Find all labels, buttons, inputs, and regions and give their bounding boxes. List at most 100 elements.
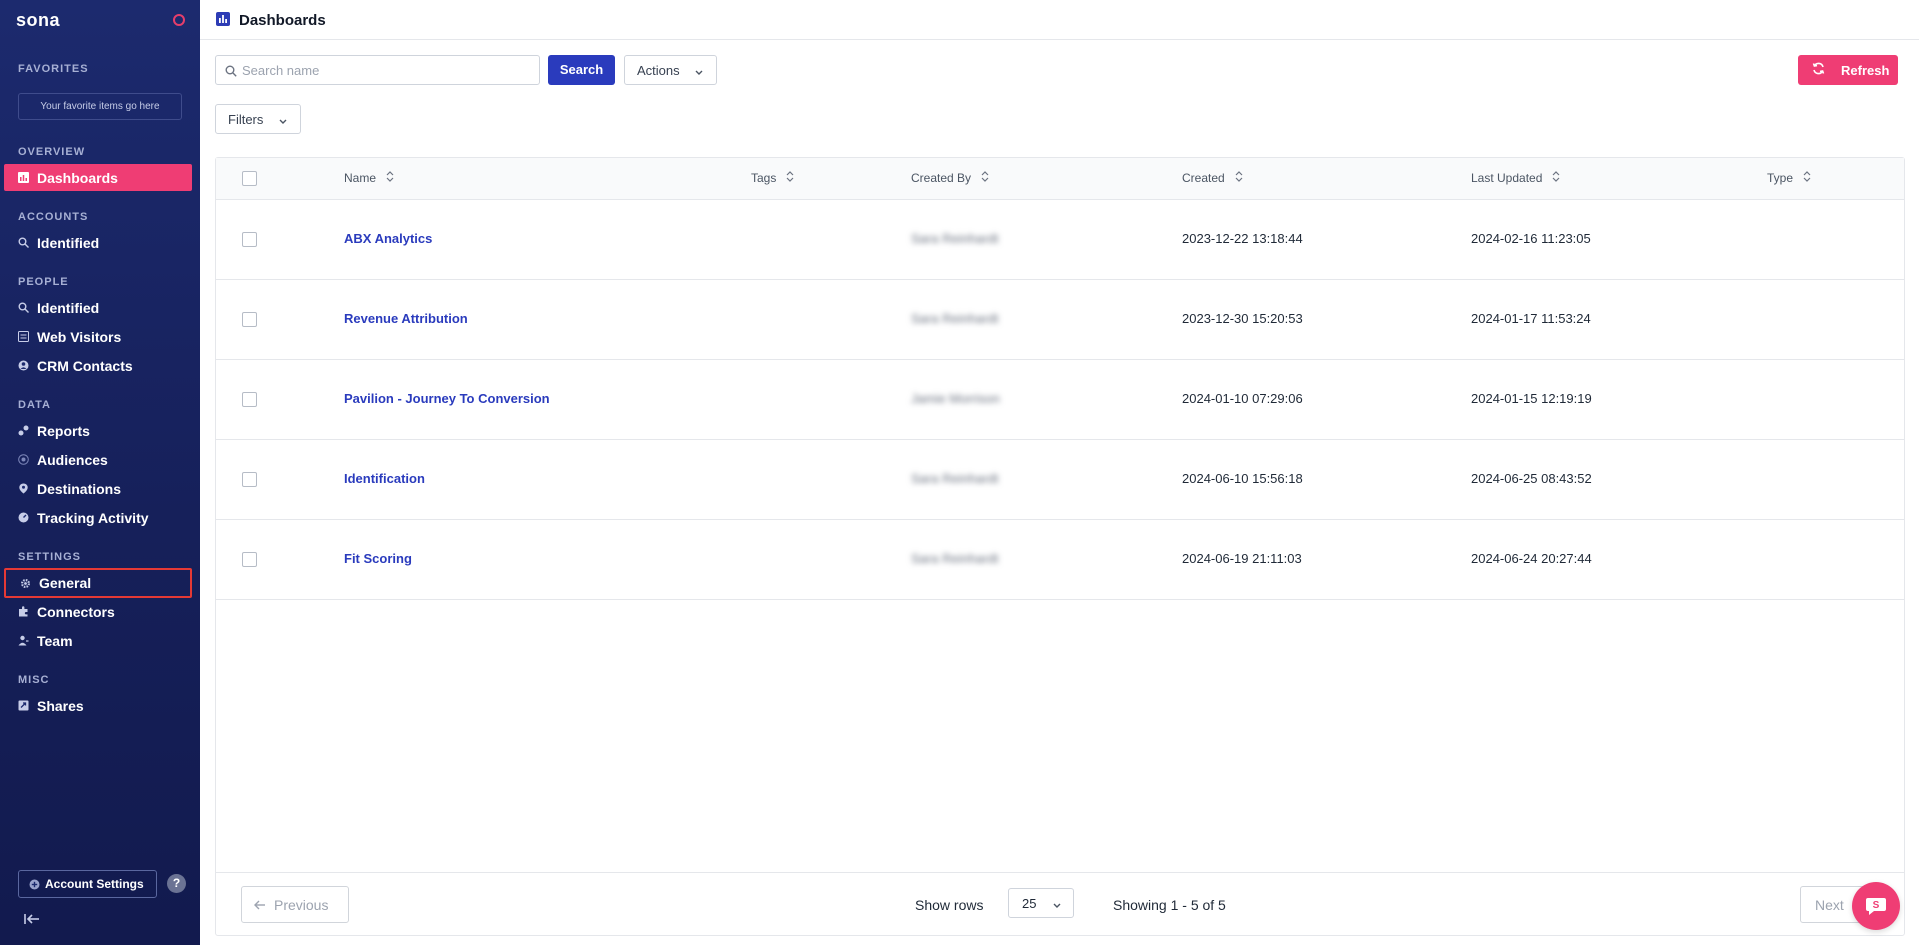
dashboard-name-link[interactable]: Fit Scoring [344,551,412,566]
search-button[interactable]: Search [548,55,615,85]
column-header-type[interactable]: Type [1767,171,1811,185]
data-section-label: DATA [18,399,51,411]
table-row[interactable]: Pavilion - Journey To Conversion Jamie M… [216,360,1904,440]
sidebar-item-label: Identified [37,234,100,251]
sidebar-item-label: Connectors [37,603,115,620]
settings-section-label: SETTINGS [18,551,82,563]
column-header-name[interactable]: Name [344,171,394,185]
audiences-icon [17,454,29,466]
created-cell: 2023-12-30 15:20:53 [1182,311,1303,326]
people-section-label: PEOPLE [18,276,69,288]
column-header-tags[interactable]: Tags [751,171,794,185]
chevron-down-icon [694,65,704,80]
sidebar-item-dashboards[interactable]: Dashboards [4,164,192,191]
sidebar-item-shares[interactable]: Shares [4,692,192,719]
favorites-section-label: FAVORITES [18,63,89,75]
table-row[interactable]: Fit Scoring Sara Reinhardt 2024-06-19 21… [216,520,1904,600]
gear-icon [19,577,31,589]
sidebar-item-web-visitors[interactable]: Web Visitors [4,323,192,350]
sona-logo[interactable]: sona [16,10,60,31]
sort-icon [1235,171,1243,185]
sidebar-item-general[interactable]: General [4,568,192,598]
actions-label: Actions [637,62,680,78]
page-title: Dashboards [239,12,326,29]
dashboard-name-link[interactable]: Pavilion - Journey To Conversion [344,391,550,406]
plus-circle-icon [29,879,40,890]
filters-label: Filters [228,111,264,127]
table-row[interactable]: ABX Analytics Sara Reinhardt 2023-12-22 … [216,200,1904,280]
row-checkbox[interactable] [242,312,257,327]
sort-icon [386,171,394,185]
location-pin-icon [17,483,29,495]
sort-icon [981,171,989,185]
share-icon [17,700,29,712]
dashboard-name-link[interactable]: ABX Analytics [344,231,432,246]
dashboard-icon [216,12,230,26]
chat-icon[interactable]: S [1852,882,1900,930]
list-icon [17,331,29,343]
rows-per-page-select[interactable]: 25 [1008,888,1074,918]
filters-dropdown[interactable]: Filters [215,104,301,134]
column-header-created[interactable]: Created [1182,171,1243,185]
bar-chart-icon [17,172,29,184]
showing-count: Showing 1 - 5 of 5 [1113,897,1226,913]
table-header: Name Tags Created By Created Last Update… [216,158,1904,200]
account-settings-button[interactable]: Account Settings [18,870,157,898]
sidebar-item-people-identified[interactable]: Identified [4,294,192,321]
row-checkbox[interactable] [242,392,257,407]
table-row[interactable]: Identification Sara Reinhardt 2024-06-10… [216,440,1904,520]
sidebar-item-label: Destinations [37,480,122,497]
sort-icon [786,171,794,185]
notification-icon[interactable] [173,14,185,26]
created-by-cell: Sara Reinhardt [911,231,999,246]
created-by-cell: Sara Reinhardt [911,551,999,566]
row-checkbox[interactable] [242,552,257,567]
rows-value: 25 [1022,895,1037,911]
sidebar-item-reports[interactable]: Reports [4,417,192,444]
previous-label: Previous [274,896,329,913]
dashboard-name-link[interactable]: Revenue Attribution [344,311,468,326]
row-checkbox[interactable] [242,232,257,247]
created-by-cell: Jamie Morrison [911,391,1000,406]
sidebar-item-label: Team [37,632,73,649]
last-updated-cell: 2024-01-17 11:53:24 [1471,311,1591,326]
favorites-placeholder: Your favorite items go here [18,93,182,120]
column-label: Created By [911,171,972,185]
sidebar-item-audiences[interactable]: Audiences [4,446,192,473]
sidebar-item-tracking-activity[interactable]: Tracking Activity [4,504,192,531]
refresh-label: Refresh [1841,62,1890,78]
actions-dropdown[interactable]: Actions [624,55,717,85]
collapse-sidebar-icon[interactable] [24,912,40,928]
sidebar-item-crm-contacts[interactable]: CRM Contacts [4,352,192,379]
sidebar-item-team[interactable]: Team [4,627,192,654]
search-field[interactable] [215,55,540,85]
chevron-down-icon [1052,898,1062,913]
sidebar-item-destinations[interactable]: Destinations [4,475,192,502]
refresh-button[interactable]: Refresh [1798,55,1898,85]
select-all-checkbox[interactable] [242,171,257,186]
sidebar-item-accounts-identified[interactable]: Identified [4,229,192,256]
pagination-bar: Previous Show rows 25 Showing 1 - 5 of 5… [216,872,1904,935]
help-button[interactable]: ? [167,874,186,893]
sort-icon [1803,171,1811,185]
previous-page-button[interactable]: Previous [241,886,349,923]
sidebar-item-connectors[interactable]: Connectors [4,598,192,625]
sidebar-item-label: Shares [37,697,84,714]
sidebar-item-label: Audiences [37,451,108,468]
reports-icon [17,425,29,437]
dashboard-name-link[interactable]: Identification [344,471,425,486]
created-by-cell: Sara Reinhardt [911,311,999,326]
accounts-section-label: ACCOUNTS [18,211,89,223]
row-checkbox[interactable] [242,472,257,487]
chevron-down-icon [278,114,288,129]
created-cell: 2024-01-10 07:29:06 [1182,391,1303,406]
search-input[interactable] [242,62,539,78]
next-label: Next [1815,896,1844,913]
team-icon [17,635,29,647]
column-header-last-updated[interactable]: Last Updated [1471,171,1560,185]
table-row[interactable]: Revenue Attribution Sara Reinhardt 2023-… [216,280,1904,360]
gauge-icon [17,512,29,524]
sidebar-item-label: Dashboards [37,169,118,186]
created-cell: 2023-12-22 13:18:44 [1182,231,1303,246]
column-header-created-by[interactable]: Created By [911,171,989,185]
